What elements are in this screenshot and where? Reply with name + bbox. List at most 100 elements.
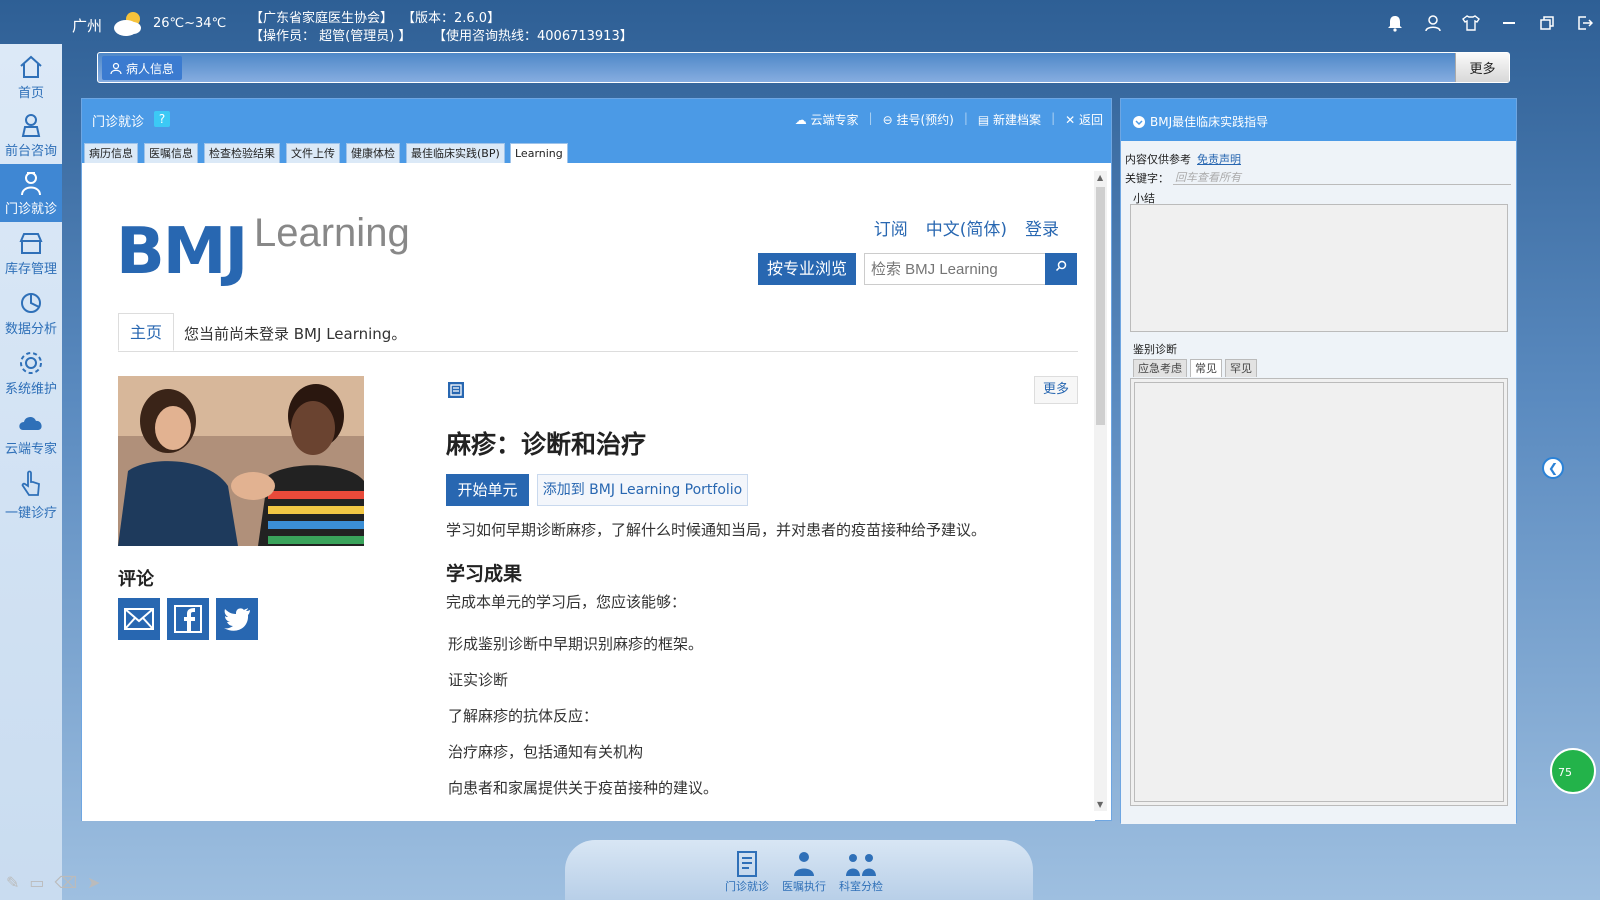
restore-icon[interactable] (1536, 12, 1558, 34)
tab-exam-results[interactable]: 检查检验结果 (204, 143, 280, 163)
disclaimer-link[interactable]: 免责声明 (1197, 151, 1241, 167)
exit-icon[interactable] (1574, 12, 1596, 34)
cloud-expert-button[interactable]: ☁ 云端专家 (795, 111, 859, 128)
tab-medical-record[interactable]: 病历信息 (84, 143, 138, 163)
sidebar-item-cloud-expert[interactable]: 云端专家 (0, 404, 62, 462)
sidebar-item-label: 前台咨询 (4, 144, 57, 159)
sidebar-item-label: 数据分析 (4, 322, 57, 337)
search-button[interactable] (1045, 253, 1077, 285)
outcome-item: 证实诊断 (448, 671, 509, 689)
sidebar-item-label: 一键诊疗 (4, 506, 57, 521)
subscribe-link[interactable]: 订阅 (874, 215, 908, 240)
cloud-icon (19, 416, 42, 430)
city-label: 广州 (72, 17, 103, 35)
dock-triage[interactable]: 科室分检 (831, 848, 891, 894)
panel-header: 门诊就诊 ? ☁ 云端专家 | ⊖ 挂号(预约) | ▤ 新建档案 | ✕ 返回 (82, 99, 1111, 139)
tab-emergency[interactable]: 应急考虑 (1133, 359, 1187, 377)
bmj-learning-page: BMJ Learning 订阅 中文(简体) 登录 按专业浏览 主页 您当前尚未… (82, 163, 1095, 821)
title-bar: 广州 26℃~34℃ 【广东省家庭医生协会】 【版本：2.6.0】 【操作员： … (0, 0, 1600, 48)
keyword-label: 关键字： (1125, 172, 1169, 185)
tab-health-check[interactable]: 健康体检 (346, 143, 400, 163)
dock-order-exec[interactable]: 医嘱执行 (774, 848, 834, 894)
outcomes-heading: 学习成果 (446, 563, 523, 585)
tab-orders[interactable]: 医嘱信息 (144, 143, 198, 163)
twitter-icon (224, 608, 250, 631)
scroll-down-icon[interactable]: ▼ (1097, 800, 1103, 809)
temperature-label: 26℃~34℃ (153, 16, 227, 31)
sidebar-item-quick-treat[interactable]: 一键诊疗 (0, 464, 62, 522)
sidebar-item-reception[interactable]: 前台咨询 (0, 106, 62, 164)
summary-box[interactable] (1130, 204, 1508, 332)
sidebar-item-label: 系统维护 (4, 382, 57, 397)
browse-by-specialty-button[interactable]: 按专业浏览 (758, 253, 856, 285)
operator-label: 【操作员： 超管(管理员) 】 (250, 29, 412, 44)
sidebar-item-outpatient[interactable]: 门诊就诊 (0, 164, 62, 222)
scroll-up-icon[interactable]: ▲ (1097, 173, 1103, 182)
divider (118, 351, 1078, 352)
twitter-share-button[interactable] (216, 598, 258, 640)
back-button[interactable]: ✕ 返回 (1065, 111, 1103, 128)
floating-badge[interactable]: 75 (1550, 748, 1596, 794)
start-module-button[interactable]: 开始单元 (446, 474, 529, 506)
tab-file-upload[interactable]: 文件上传 (286, 143, 340, 163)
email-share-button[interactable] (118, 598, 160, 640)
facebook-share-button[interactable] (167, 598, 209, 640)
login-link[interactable]: 登录 (1025, 215, 1059, 240)
bottom-dock: 门诊就诊 医嘱执行 科室分检 (565, 840, 1033, 900)
collapse-panel-icon[interactable]: ❮ (1542, 457, 1564, 479)
add-to-portfolio-button[interactable]: 添加到 BMJ Learning Portfolio (537, 474, 748, 506)
sidebar-item-home[interactable]: 首页 (0, 48, 62, 106)
box-icon[interactable]: ▭ (29, 873, 44, 892)
patient-bar: 病人信息 更多 (97, 52, 1510, 83)
action-label: 新建档案 (993, 113, 1042, 127)
sidebar: 首页 前台咨询 门诊就诊 库存管理 数据分析 系统维护 云端专家 一键诊疗 ✎ … (0, 44, 101, 900)
tab-learning[interactable]: Learning (510, 143, 568, 164)
bell-icon[interactable] (1384, 12, 1406, 34)
cursor-icon[interactable]: ➤ (87, 873, 100, 892)
patient-info-label: 病人信息 (126, 61, 175, 76)
more-button[interactable]: 更多 (1034, 376, 1078, 404)
tab-rare[interactable]: 罕见 (1225, 359, 1257, 377)
patient-info-tab[interactable]: 病人信息 (102, 56, 183, 80)
outcome-item: 了解麻疹的抗体反应： (448, 707, 599, 725)
bmj-logo[interactable]: BMJ (116, 215, 248, 289)
action-label: 挂号(预约) (896, 113, 954, 127)
panel-actions: ☁ 云端专家 | ⊖ 挂号(预约) | ▤ 新建档案 | ✕ 返回 (795, 111, 1103, 128)
top-links: 订阅 中文(简体) 登录 (874, 215, 1059, 240)
help-icon[interactable]: ? (154, 111, 170, 127)
sidebar-item-label: 云端专家 (4, 442, 57, 457)
eraser-icon[interactable]: ⌫ (55, 873, 78, 892)
search-input[interactable] (864, 253, 1046, 285)
sidebar-item-inventory[interactable]: 库存管理 (0, 224, 62, 282)
sidebar-item-analytics[interactable]: 数据分析 (0, 284, 62, 342)
dock-outpatient[interactable]: 门诊就诊 (717, 848, 777, 894)
hotline-label: 【使用咨询热线：4006713913】 (433, 29, 633, 44)
clipboard-icon (737, 851, 757, 877)
action-label: 云端专家 (810, 113, 859, 127)
chevron-down-circle-icon (1133, 115, 1145, 128)
patient-more-button[interactable]: 更多 (1455, 53, 1509, 82)
separator: | (868, 111, 873, 125)
user-icon[interactable] (1422, 12, 1444, 34)
outpatient-panel: 门诊就诊 ? ☁ 云端专家 | ⊖ 挂号(预约) | ▤ 新建档案 | ✕ 返回… (81, 98, 1112, 821)
minimize-icon[interactable] (1498, 12, 1520, 34)
person-icon (110, 62, 122, 74)
new-record-button[interactable]: ▤ 新建档案 (978, 111, 1041, 128)
best-practice-panel: BMJ最佳临床实践指导 内容仅供参考 免责声明 关键字： 回车查看所有 小结 鉴… (1120, 98, 1517, 824)
nurse-icon (794, 852, 814, 876)
dock-label: 科室分检 (839, 880, 883, 893)
tab-best-practice[interactable]: 最佳临床实践(BP) (406, 143, 505, 163)
pen-icon[interactable]: ✎ (6, 873, 19, 892)
scroll-thumb[interactable] (1096, 187, 1105, 425)
home-breadcrumb[interactable]: 主页 (118, 313, 174, 351)
keyword-input[interactable]: 回车查看所有 (1173, 169, 1511, 185)
register-button[interactable]: ⊖ 挂号(预约) (883, 111, 954, 128)
side-panel-title[interactable]: BMJ最佳临床实践指导 (1133, 113, 1268, 130)
tab-common[interactable]: 常见 (1190, 359, 1222, 377)
language-link[interactable]: 中文(简体) (926, 215, 1007, 240)
skin-shirt-icon[interactable] (1460, 12, 1482, 34)
content-scrollbar[interactable]: ▲ ▼ (1094, 171, 1107, 811)
differential-box[interactable] (1130, 378, 1508, 806)
sidebar-item-system[interactable]: 系统维护 (0, 344, 62, 402)
gear-icon (20, 352, 42, 374)
